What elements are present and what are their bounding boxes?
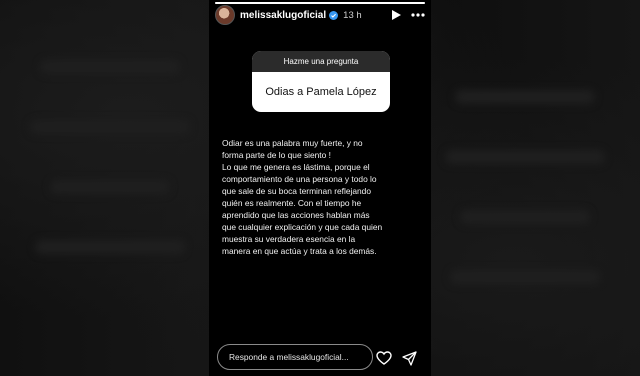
- more-options-button[interactable]: [411, 13, 425, 17]
- reply-input[interactable]: Responde a melissaklugoficial...: [217, 344, 373, 370]
- question-sticker: Hazme una pregunta Odias a Pamela López: [252, 51, 390, 112]
- play-icon: [392, 10, 401, 20]
- username[interactable]: melissaklugoficial: [240, 10, 326, 21]
- reply-placeholder: Responde a melissaklugoficial...: [229, 352, 349, 362]
- question-text: Odias a Pamela López: [265, 86, 377, 98]
- play-button[interactable]: [391, 9, 402, 21]
- story-progress-fill: [215, 2, 425, 4]
- post-time: 13 h: [343, 9, 362, 21]
- send-icon: [401, 350, 417, 366]
- heart-icon: [376, 351, 392, 365]
- story-viewer: melissaklugoficial 13 h Hazme una pregun…: [209, 0, 431, 376]
- verified-badge-icon: [329, 10, 339, 20]
- story-header: melissaklugoficial 13 h: [215, 5, 425, 25]
- like-button[interactable]: [375, 349, 393, 367]
- answer-text: Odiar es una palabra muy fuerte, y no fo…: [222, 138, 383, 256]
- more-options-icon: [411, 13, 425, 17]
- share-button[interactable]: [400, 349, 418, 367]
- avatar[interactable]: [215, 5, 235, 25]
- story-progress-bar: [215, 2, 425, 4]
- question-sticker-header: Hazme una pregunta: [252, 51, 390, 72]
